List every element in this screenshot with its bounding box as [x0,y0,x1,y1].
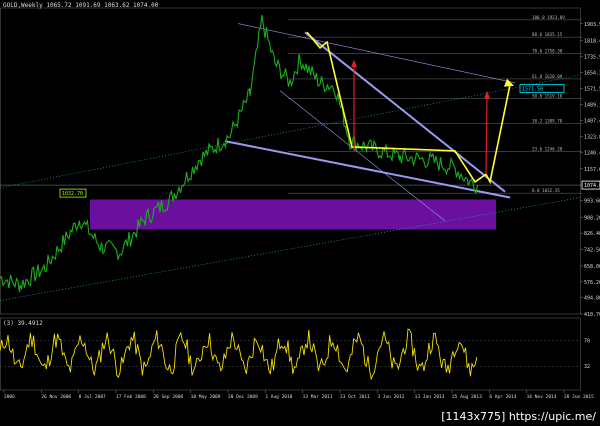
price-series-line [0,14,479,293]
time-tick-label: 8 Jul 2007 [79,394,106,400]
time-tick-label: 1 Aug 2010 [265,394,292,400]
price-tick-label: 993.60 [584,199,600,205]
time-tick-label: 23 Oct 2011 [340,394,370,400]
channel-top-wide [237,23,516,84]
fib-level-label: 61.8 1620.09 [532,74,563,79]
chart-root: 1903.55 1818.40 1735.90 1654.30 1571.50 1489.… [0,0,600,426]
fib-level-label: 50.0 1519.18 [532,94,563,99]
fib-level-label: 23.6 1246.28 [532,147,563,152]
red-arrow-2 [485,98,488,175]
time-tick-label: 17 Feb 2008 [116,394,146,400]
indicator-pane-frame [0,317,581,391]
price-box-label: 1074.00 [584,183,600,189]
time-tick-label: 3 Jun 2012 [377,394,404,400]
time-tick-label: 6 Apr 2014 [489,394,516,400]
indicator-level-label: 70 [584,338,590,344]
price-tick-label: 576.20 [584,280,600,286]
price-tick-label: 1323.80 [584,135,600,141]
price-tick-label: 658.00 [584,264,600,270]
time-tick-label: 26 Nov 2006 [41,394,71,400]
price-box-label: 1032.70 [62,191,83,197]
time-tick-label: 13 Jan 2013 [415,394,445,400]
time-tick-label: 2006 [4,394,15,400]
price-tick-label: 1818.40 [584,38,600,44]
price-tick-label: 1240.40 [584,151,600,157]
red-arrow-1-head [351,59,357,68]
price-tick-label: 410.70 [584,312,600,318]
price-tick-label: 1735.90 [584,54,600,60]
time-tick-label: 28 Sep 2008 [153,394,183,400]
price-tick-label: 1489.10 [584,102,600,108]
price-tick-label: 1571.50 [584,86,600,92]
support-zone [90,199,496,230]
price-tick-label: 1903.55 [584,22,600,28]
price-tick-label: 742.50 [584,248,600,254]
time-tick-label: 16 Nov 2014 [527,394,557,400]
fib-level-label: 78.6 1750.30 [532,49,563,54]
time-tick-label: 13 Mar 2011 [303,394,333,400]
time-tick-label: 20 Dec 2009 [228,394,258,400]
price-box-label: 1571.50 [522,86,543,92]
projection-path [306,31,511,185]
price-tick-label: 908.20 [584,215,600,221]
time-tick-label: 25 Aug 2013 [452,394,482,400]
time-tick-label: 28 Jun 2015 [564,394,594,400]
price-tick-label: 1157.60 [584,167,600,173]
indicator-level-label: 32 [584,364,590,370]
channel-upper-bold [304,31,506,193]
watermark: [1143x775] https://upic.me/ [441,410,596,423]
fib-level-label: 0.0 1032.35 [532,188,560,193]
indicator-series-line [0,328,478,381]
chart-svg: 1903.55 1818.40 1735.90 1654.30 1571.50 1489.… [0,7,600,400]
price-tick-label: 1654.30 [584,70,600,76]
price-tick-label: 826.40 [584,231,600,237]
price-tick-label: 494.80 [584,296,600,302]
fib-level-label: 100.0 1923.89 [532,15,565,20]
indicator-label: (3) 39.4912 [3,320,43,327]
projection-arrowhead [504,78,514,87]
fib-level-label: 38.2 1389.78 [532,119,563,124]
time-tick-label: 10 May 2009 [191,394,221,400]
red-arrow-2-head [484,90,490,99]
chart-header: GOLD,Weekly 1065.72 1091.69 1063.62 1074… [3,2,159,9]
fib-level-label: 88.6 1835.15 [532,32,563,37]
price-tick-label: 1407.40 [584,118,600,124]
